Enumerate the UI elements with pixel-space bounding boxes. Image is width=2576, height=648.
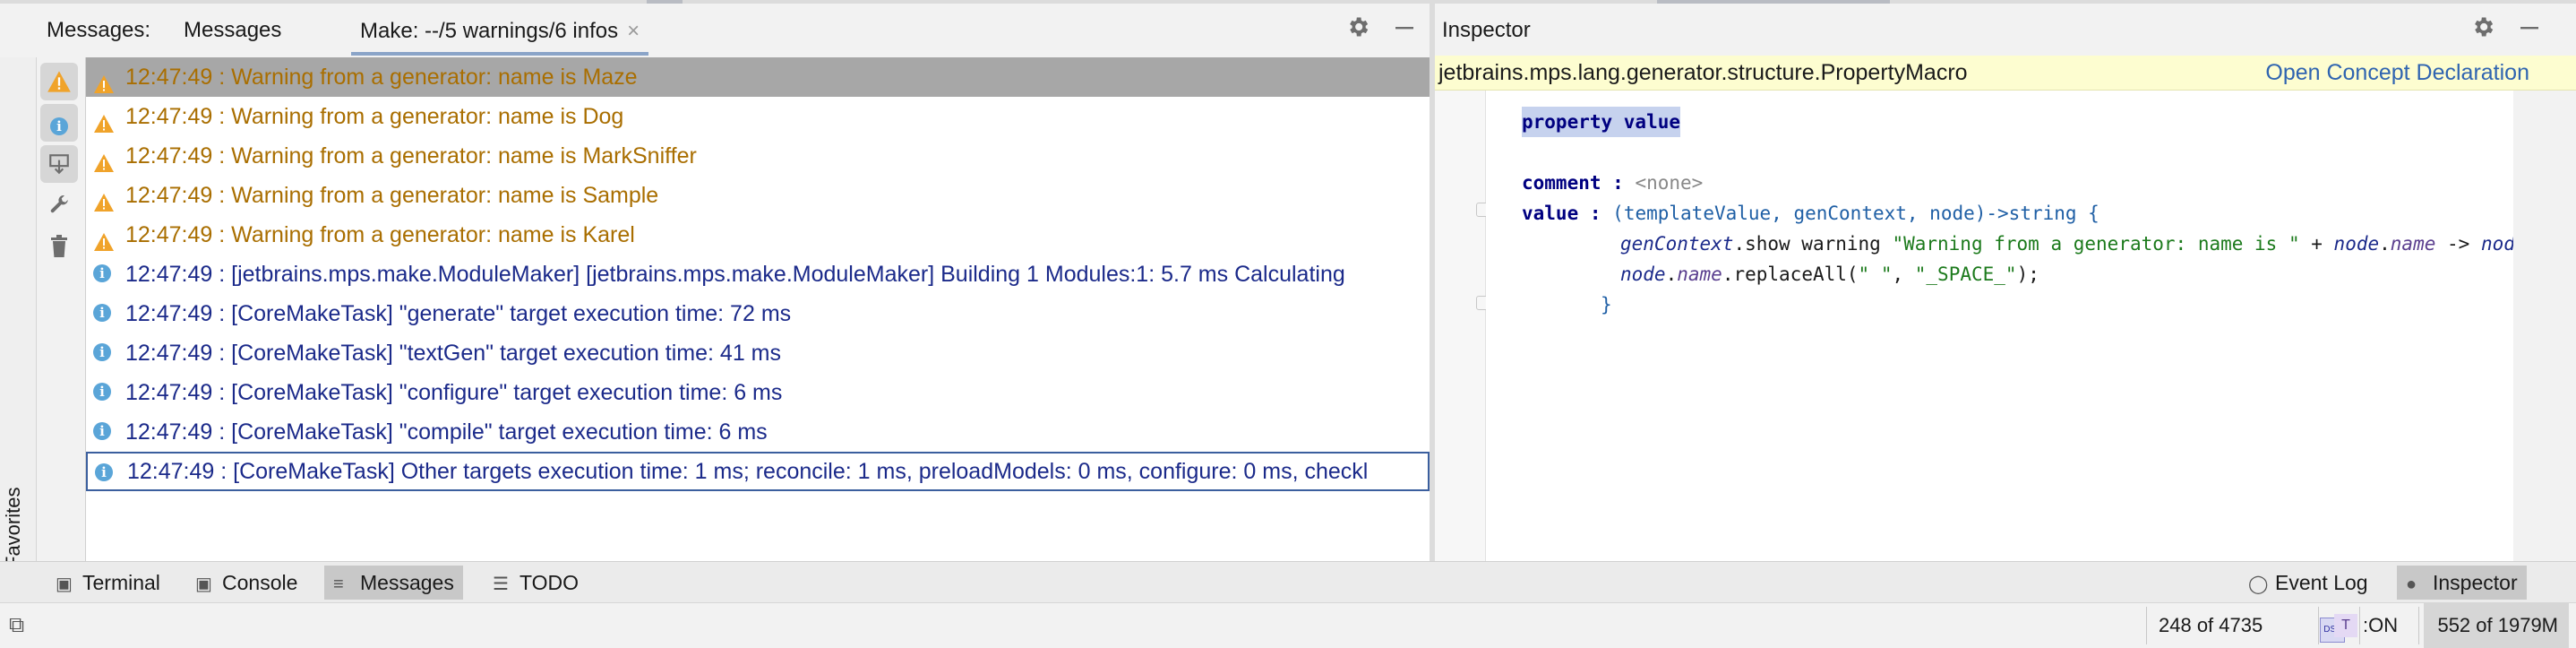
warning-icon — [93, 186, 114, 212]
minimize-icon[interactable] — [1388, 14, 1421, 47]
warning-icon — [93, 67, 114, 93]
code-closing-brace: } — [1601, 294, 1612, 315]
message-row[interactable]: i 12:47:49 : [CoreMakeTask] "generate" ta… — [86, 294, 1430, 333]
messages-window-title: Messages: — [47, 18, 151, 42]
close-icon[interactable]: × — [627, 9, 640, 54]
message-row[interactable]: 12:47:49 : Warning from a generator: nam… — [86, 136, 1430, 176]
messages-tool-window-header: Messages: Messages Make: --/5 warnings/6… — [0, 4, 1430, 58]
memory-indicator[interactable]: 552 of 1979M — [2424, 603, 2569, 648]
minimize-icon[interactable] — [2513, 14, 2546, 47]
gear-icon[interactable] — [2467, 14, 2499, 47]
warning-filter-icon[interactable] — [40, 63, 78, 100]
status-separator — [2418, 607, 2419, 644]
code-line-show-warning: genContext.show warning "Warning from a … — [1620, 233, 2537, 255]
tab-messages[interactable]: Messages — [184, 16, 281, 45]
tab-inspector[interactable]: ● Inspector — [2397, 566, 2527, 600]
info-icon: i — [93, 264, 113, 284]
status-bar: ⧉ 248 of 4735 DSL T:ON 552 of 1979M — [0, 602, 2576, 648]
tab-terminal[interactable]: ▣ Terminal — [47, 566, 169, 600]
message-text: 12:47:49 : [CoreMakeTask] "generate" tar… — [125, 301, 792, 326]
window-layout-icon[interactable]: ⧉ — [9, 603, 24, 648]
inspector-header: Inspector — [1435, 4, 2576, 56]
code-value-line: value : (templateValue, genContext, node… — [1522, 203, 2099, 224]
messages-toolbar: i — [37, 57, 86, 561]
message-text: 12:47:49 : Warning from a generator: nam… — [125, 222, 635, 247]
left-tool-stripe: Favorites ★ — [0, 57, 37, 597]
message-row[interactable]: 12:47:49 : Warning from a generator: nam… — [86, 176, 1430, 215]
typesystem-icon: T — [2334, 614, 2357, 637]
warning-icon — [93, 107, 114, 133]
position-indicator[interactable]: 248 of 4735 — [2159, 603, 2263, 648]
message-row[interactable]: 12:47:49 : Warning from a generator: nam… — [86, 57, 1430, 97]
wrench-icon[interactable] — [40, 186, 78, 224]
terminal-icon: ▣ — [56, 575, 73, 594]
warning-icon — [93, 146, 114, 172]
message-text: 12:47:49 : Warning from a generator: nam… — [125, 143, 697, 168]
tab-messages-bottom[interactable]: ≡ Messages — [324, 566, 463, 600]
message-text: 12:47:49 : [CoreMakeTask] "configure" ta… — [125, 380, 783, 405]
message-row[interactable]: i 12:47:49 : [CoreMakeTask] Other targets… — [86, 452, 1430, 491]
messages-icon: ≡ — [333, 575, 344, 594]
message-text: 12:47:49 : [jetbrains.mps.make.ModuleMak… — [125, 262, 1345, 287]
code-line-replace-all: node.name.replaceAll(" ", "_SPACE_"); — [1620, 264, 2039, 285]
info-icon: i — [93, 383, 113, 402]
info-icon: i — [93, 343, 113, 363]
tab-todo[interactable]: ☰ TODO — [484, 566, 588, 600]
concept-name: jetbrains.mps.lang.generator.structure.P… — [1438, 60, 1968, 85]
trash-icon[interactable] — [40, 228, 78, 265]
code-comment-line: comment : <none> — [1522, 172, 1704, 194]
typesystem-indicator[interactable]: T:ON — [2334, 603, 2398, 648]
message-text: 12:47:49 : Warning from a generator: nam… — [125, 183, 659, 208]
info-icon: i — [93, 422, 113, 442]
info-filter-icon[interactable]: i — [40, 104, 78, 142]
comment-value[interactable]: <none> — [1635, 172, 1703, 194]
message-row[interactable]: i 12:47:49 : [CoreMakeTask] "configure" t… — [86, 373, 1430, 412]
info-icon: i — [95, 463, 115, 483]
inspector-icon: ● — [2406, 575, 2417, 594]
concept-bar: jetbrains.mps.lang.generator.structure.P… — [1435, 56, 2576, 91]
gear-icon[interactable] — [1342, 14, 1374, 47]
favorites-tab[interactable]: Favorites — [2, 488, 25, 568]
message-text: 12:47:49 : [CoreMakeTask] "compile" targ… — [125, 419, 768, 445]
message-row[interactable]: i 12:47:49 : [CoreMakeTask] "compile" tar… — [86, 412, 1430, 452]
message-text: 12:47:49 : [CoreMakeTask] Other targets … — [127, 459, 1369, 484]
tool-window-bar: ▣ Terminal ▣ Console ≡ Messages ☰ TODO ◯ Even… — [0, 561, 2576, 603]
message-row[interactable]: i 12:47:49 : [CoreMakeTask] "textGen" tar… — [86, 333, 1430, 373]
list-icon: ☰ — [493, 575, 509, 594]
message-row[interactable]: 12:47:49 : Warning from a generator: nam… — [86, 215, 1430, 255]
message-row[interactable]: 12:47:49 : Warning from a generator: nam… — [86, 97, 1430, 136]
message-text: 12:47:49 : Warning from a generator: nam… — [125, 65, 638, 90]
info-icon: i — [93, 304, 113, 324]
message-text: 12:47:49 : [CoreMakeTask] "textGen" targ… — [125, 341, 781, 366]
open-concept-declaration-link[interactable]: Open Concept Declaration — [2265, 56, 2529, 90]
inspector-editor[interactable]: property value comment : <none> value : … — [1486, 91, 2537, 561]
editor-scroll-area[interactable] — [2513, 91, 2576, 561]
tab-console[interactable]: ▣ Console — [186, 566, 306, 600]
tab-event-log[interactable]: ◯ Event Log — [2239, 566, 2377, 600]
message-text: 12:47:49 : Warning from a generator: nam… — [125, 104, 624, 129]
tab-make[interactable]: Make: --/5 warnings/6 infos × — [351, 9, 649, 56]
status-separator — [2318, 607, 2319, 644]
status-separator — [2146, 607, 2147, 644]
message-list[interactable]: 12:47:49 : Warning from a generator: nam… — [86, 57, 1430, 561]
inspector-title: Inspector — [1442, 18, 1531, 42]
console-icon: ▣ — [195, 575, 212, 594]
event-log-icon: ◯ — [2248, 575, 2269, 594]
editor-gutter — [1435, 91, 1486, 561]
message-row[interactable]: i 12:47:49 : [jetbrains.mps.make.ModuleMa… — [86, 255, 1430, 294]
code-heading: property value — [1522, 107, 1681, 137]
tab-make-label: Make: --/5 warnings/6 infos — [360, 19, 619, 43]
warning-icon — [93, 225, 114, 251]
autoscroll-icon[interactable] — [40, 145, 78, 183]
